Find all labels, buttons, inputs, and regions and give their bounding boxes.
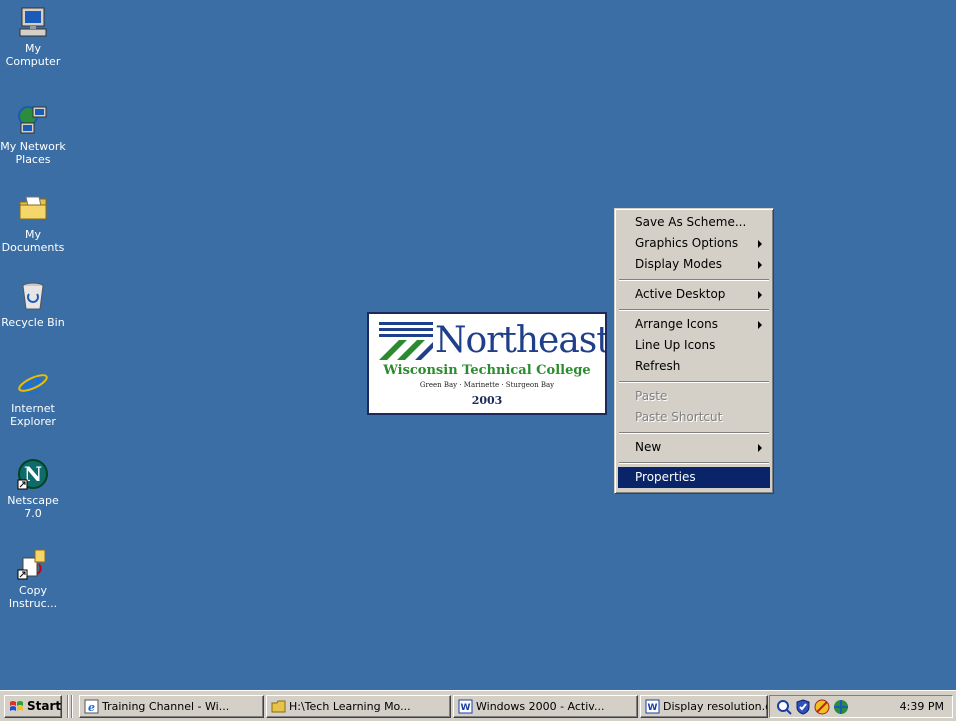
menu-item-label: Properties xyxy=(635,470,696,484)
menu-separator xyxy=(618,377,770,386)
ie-page-icon: e xyxy=(84,699,99,714)
network-icon xyxy=(17,104,49,136)
submenu-arrow-icon xyxy=(758,261,762,269)
desktop-icon-label: Netscape 7.0 xyxy=(7,494,59,520)
word-document-icon: W xyxy=(458,699,473,714)
system-tray: 4:39 PM xyxy=(769,695,953,718)
taskbar-divider xyxy=(67,695,69,718)
desktop-icon-netscape[interactable]: N Netscape 7.0 xyxy=(0,458,66,520)
taskbar-button-display-resolution-doc[interactable]: W Display resolution.do... xyxy=(640,695,768,718)
taskbar: Start e Training Channel - Wi... H:\Tech… xyxy=(0,690,956,721)
shield-tray-icon[interactable] xyxy=(795,699,811,715)
antivirus-tray-icon[interactable] xyxy=(814,699,830,715)
menu-item-active-desktop[interactable]: Active Desktop xyxy=(618,284,770,305)
desktop-icon-label: Copy Instruc... xyxy=(8,584,58,610)
network-tray-icon[interactable] xyxy=(833,699,849,715)
college-logo: Northeast Wisconsin Technical College Gr… xyxy=(367,312,607,415)
menu-item-label: Active Desktop xyxy=(635,287,726,301)
internet-explorer-icon: e xyxy=(17,364,49,402)
taskbar-button-label: H:\Tech Learning Mo... xyxy=(289,700,411,713)
svg-text:W: W xyxy=(648,703,658,713)
menu-item-graphics-options[interactable]: Graphics Options xyxy=(618,233,770,254)
windows-flag-icon xyxy=(10,701,23,711)
folder-icon xyxy=(271,699,286,714)
taskbar-button-label: Windows 2000 - Activ... xyxy=(476,700,605,713)
menu-separator xyxy=(618,275,770,284)
taskbar-button-tech-learning-folder[interactable]: H:\Tech Learning Mo... xyxy=(266,695,451,718)
menu-item-line-up-icons[interactable]: Line Up Icons xyxy=(618,335,770,356)
folder-documents-icon xyxy=(17,192,49,224)
computer-icon xyxy=(17,6,49,38)
menu-item-label: Save As Scheme... xyxy=(635,215,747,229)
svg-text:W: W xyxy=(461,703,471,713)
menu-item-label: New xyxy=(635,440,662,454)
menu-item-paste: Paste xyxy=(618,386,770,407)
desktop-context-menu: Save As Scheme... Graphics Options Displ… xyxy=(614,208,774,494)
menu-separator xyxy=(618,458,770,467)
logo-brand-name: Northeast xyxy=(435,320,607,361)
menu-item-label: Display Modes xyxy=(635,257,722,271)
menu-item-display-modes[interactable]: Display Modes xyxy=(618,254,770,275)
submenu-arrow-icon xyxy=(758,291,762,299)
start-button[interactable]: Start xyxy=(4,695,62,718)
recycle-bin-icon xyxy=(17,280,49,312)
taskbar-button-windows-2000-doc[interactable]: W Windows 2000 - Activ... xyxy=(453,695,638,718)
logo-year: 2003 xyxy=(471,394,503,407)
taskbar-button-label: Display resolution.do... xyxy=(663,700,767,713)
desktop-icon-copy-instructions[interactable]: Copy Instruc... xyxy=(0,548,66,610)
menu-item-save-as-scheme[interactable]: Save As Scheme... xyxy=(618,212,770,233)
submenu-arrow-icon xyxy=(758,240,762,248)
desktop-icon-label: Recycle Bin xyxy=(1,316,65,329)
desktop-icon-my-documents[interactable]: My Documents xyxy=(0,192,66,254)
desktop-icon-label: My Network Places xyxy=(0,140,66,166)
menu-item-label: Refresh xyxy=(635,359,681,373)
menu-item-label: Graphics Options xyxy=(635,236,739,250)
logo-college-name: Wisconsin Technical College xyxy=(383,363,591,378)
menu-item-label: Line Up Icons xyxy=(635,338,716,352)
desktop-icon-label: My Computer xyxy=(5,42,61,68)
taskbar-clock[interactable]: 4:39 PM xyxy=(900,696,944,717)
desktop-icon-label: Internet Explorer xyxy=(10,402,56,428)
menu-item-properties[interactable]: Properties xyxy=(618,467,770,488)
submenu-arrow-icon xyxy=(758,444,762,452)
menu-item-paste-shortcut: Paste Shortcut xyxy=(618,407,770,428)
taskbar-button-training-channel[interactable]: e Training Channel - Wi... xyxy=(79,695,264,718)
menu-item-arrange-icons[interactable]: Arrange Icons xyxy=(618,314,770,335)
menu-item-new[interactable]: New xyxy=(618,437,770,458)
menu-item-label: Arrange Icons xyxy=(635,317,718,331)
submenu-arrow-icon xyxy=(758,321,762,329)
start-label: Start xyxy=(27,699,62,713)
desktop-icon-recycle-bin[interactable]: Recycle Bin xyxy=(0,280,66,329)
desktop[interactable]: My Computer My Network Places My Documen… xyxy=(0,0,956,690)
copy-shortcut-icon xyxy=(17,548,49,580)
desktop-icon-my-computer[interactable]: My Computer xyxy=(0,6,66,68)
taskbar-divider xyxy=(71,695,73,718)
svg-text:e: e xyxy=(88,701,95,714)
menu-item-label: Paste xyxy=(635,389,668,403)
menu-separator xyxy=(618,428,770,437)
menu-item-refresh[interactable]: Refresh xyxy=(618,356,770,377)
menu-item-label: Paste Shortcut xyxy=(635,410,723,424)
search-tray-icon[interactable] xyxy=(776,699,792,715)
netscape-icon: N xyxy=(17,458,49,490)
logo-towns: Green Bay · Marinette · Sturgeon Bay xyxy=(419,381,555,389)
desktop-icon-my-network-places[interactable]: My Network Places xyxy=(0,104,66,166)
taskbar-button-label: Training Channel - Wi... xyxy=(102,700,230,713)
word-document-icon: W xyxy=(645,699,660,714)
logo-stripes-graphic xyxy=(379,322,433,360)
desktop-icon-label: My Documents xyxy=(1,228,65,254)
desktop-icon-internet-explorer[interactable]: e Internet Explorer xyxy=(0,364,66,428)
menu-separator xyxy=(618,305,770,314)
